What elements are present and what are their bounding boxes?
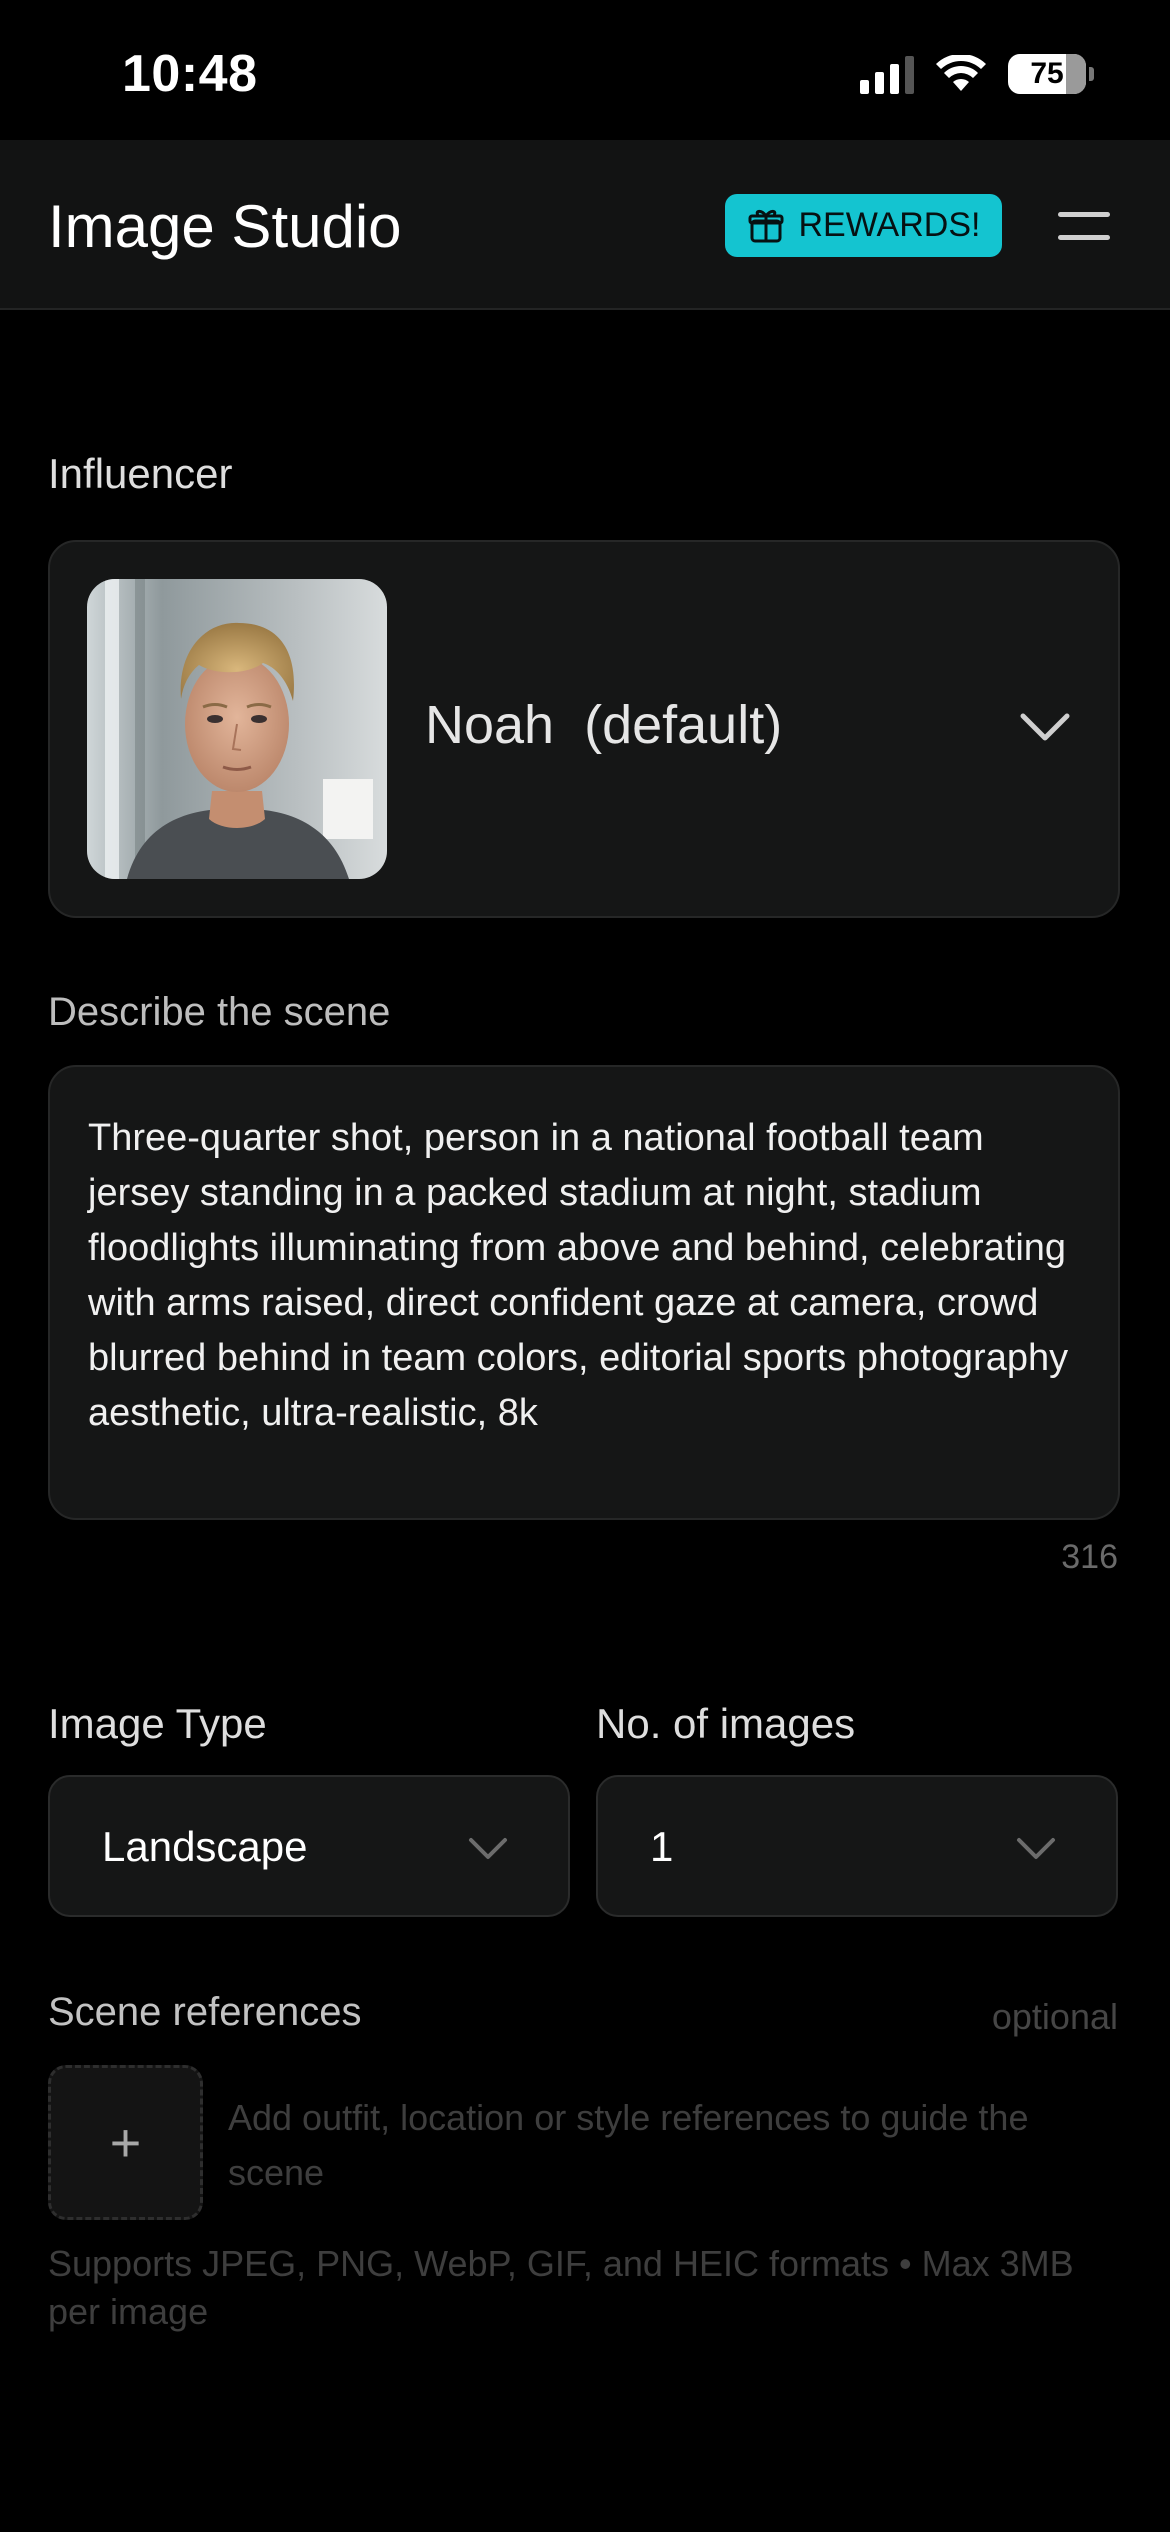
app-title: Image Studio xyxy=(48,193,402,260)
cellular-signal-icon xyxy=(860,54,914,94)
character-count: 316 xyxy=(1061,1538,1118,1576)
status-icons: 75 xyxy=(860,54,1094,94)
avatar xyxy=(87,579,387,879)
rewards-button[interactable]: REWARDS! xyxy=(725,194,1002,257)
rewards-label: REWARDS! xyxy=(798,206,981,244)
app-header: Image Studio REWARDS! xyxy=(0,140,1170,310)
chevron-down-icon xyxy=(469,1838,507,1859)
scene-prompt-textarea[interactable]: Three-quarter shot, person in a national… xyxy=(48,1065,1120,1520)
chevron-down-icon xyxy=(1020,713,1070,741)
chevron-down-icon xyxy=(1017,1838,1055,1859)
status-bar: 10:48 75 xyxy=(0,0,1170,140)
influencer-portrait-image xyxy=(87,579,387,879)
battery-icon: 75 xyxy=(1008,54,1086,94)
plus-icon: + xyxy=(109,2112,142,2173)
reference-hint: Add outfit, location or style references… xyxy=(228,2097,1029,2193)
image-type-select[interactable]: Landscape xyxy=(48,1775,570,1917)
status-time: 10:48 xyxy=(122,45,258,103)
gift-icon xyxy=(748,209,783,242)
battery-indicator: 75 xyxy=(1008,54,1094,94)
num-images-select[interactable]: 1 xyxy=(596,1775,1118,1917)
scene-label: Describe the scene xyxy=(48,990,391,1034)
influencer-selector[interactable]: Noah (default) xyxy=(48,540,1120,918)
supported-formats-note: Supports JPEG, PNG, WebP, GIF, and HEIC … xyxy=(48,2243,1074,2332)
influencer-label: Influencer xyxy=(48,450,233,497)
add-reference-button[interactable]: + xyxy=(48,2065,203,2220)
influencer-name: Noah (default) xyxy=(425,695,783,755)
scene-references-label: Scene references xyxy=(48,1990,362,2034)
num-images-value: 1 xyxy=(650,1823,674,1870)
menu-icon[interactable] xyxy=(1058,206,1110,246)
scene-prompt-text: Three-quarter shot, person in a national… xyxy=(88,1117,1069,1434)
wifi-icon xyxy=(936,55,986,91)
battery-level: 75 xyxy=(1030,57,1064,90)
image-type-value: Landscape xyxy=(102,1823,308,1870)
optional-label: optional xyxy=(991,1996,1118,2037)
num-images-label: No. of images xyxy=(596,1700,856,1747)
image-type-label: Image Type xyxy=(48,1700,267,1747)
